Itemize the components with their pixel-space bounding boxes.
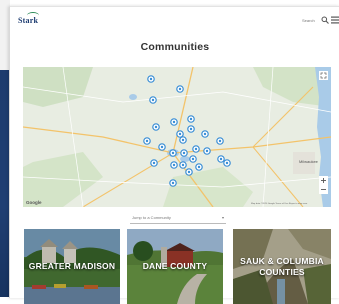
page-title: Communities (140, 41, 210, 53)
zoom-controls[interactable] (319, 176, 328, 194)
search-label[interactable]: Search (302, 18, 315, 23)
card-title: GREATER MADISON (28, 261, 116, 271)
map-pin-icon[interactable] (169, 179, 177, 187)
search-icon[interactable] (321, 16, 329, 24)
map-pin-icon[interactable] (217, 155, 225, 163)
map-pin-icon[interactable] (179, 136, 187, 144)
map-pin-icon[interactable] (187, 115, 195, 123)
map-pin-icon[interactable] (176, 130, 184, 138)
map-pin-icon[interactable] (195, 163, 203, 171)
top-navigation: Stark Search (10, 7, 339, 33)
communities-map[interactable]: Milwaukee Google Map data ©2020 Google T… (23, 67, 331, 207)
google-logo: Google (26, 200, 42, 205)
map-pin-icon[interactable] (149, 96, 157, 104)
map-attribution: Map data ©2020 Google Terms of Use Repor… (251, 202, 308, 205)
card-greater-madison[interactable]: GREATER MADISON (24, 229, 120, 304)
map-pin-icon[interactable] (152, 123, 160, 131)
map-pin-icon[interactable] (158, 143, 166, 151)
menu-icon[interactable] (331, 16, 339, 24)
card-dane-county[interactable]: DANE COUNTY (127, 229, 223, 304)
map-canvas[interactable]: Milwaukee Google Map data ©2020 Google T… (23, 67, 331, 207)
map-pin-icon[interactable] (143, 137, 151, 145)
map-pin-icon[interactable] (192, 145, 200, 153)
community-dropdown[interactable]: Jump to a Community ▾ (130, 214, 226, 224)
map-pin-icon[interactable] (150, 159, 158, 167)
map-pin-icon[interactable] (185, 168, 193, 176)
map-pin-icon[interactable] (216, 137, 224, 145)
card-title: SAUK & COLUMBIA COUNTIES (240, 255, 324, 277)
map-pin-icon[interactable] (169, 149, 177, 157)
card-sauk-columbia[interactable]: SAUK & COLUMBIA COUNTIES (233, 229, 331, 304)
map-pin-icon[interactable] (170, 118, 178, 126)
dropdown-label: Jump to a Community (132, 215, 171, 220)
chevron-down-icon: ▾ (221, 215, 224, 220)
map-pin-icon[interactable] (189, 155, 197, 163)
map-pin-icon[interactable] (201, 130, 209, 138)
map-pin-icon[interactable] (147, 75, 155, 83)
map-pin-icon[interactable] (223, 159, 231, 167)
map-pin-icon[interactable] (176, 85, 184, 93)
map-pin-icon[interactable] (203, 147, 211, 155)
city-label: Milwaukee (299, 159, 319, 164)
logo[interactable]: Stark (18, 16, 38, 25)
website-frame: Stark Search Communities Milwaukee Googl… (9, 6, 339, 304)
map-pin-icon[interactable] (179, 161, 187, 169)
map-pin-icon[interactable] (187, 125, 195, 133)
map-pin-icon[interactable] (170, 161, 178, 169)
card-title: DANE COUNTY (142, 261, 208, 271)
fullscreen-icon[interactable] (319, 71, 328, 80)
map-pin-icon[interactable] (180, 149, 188, 157)
